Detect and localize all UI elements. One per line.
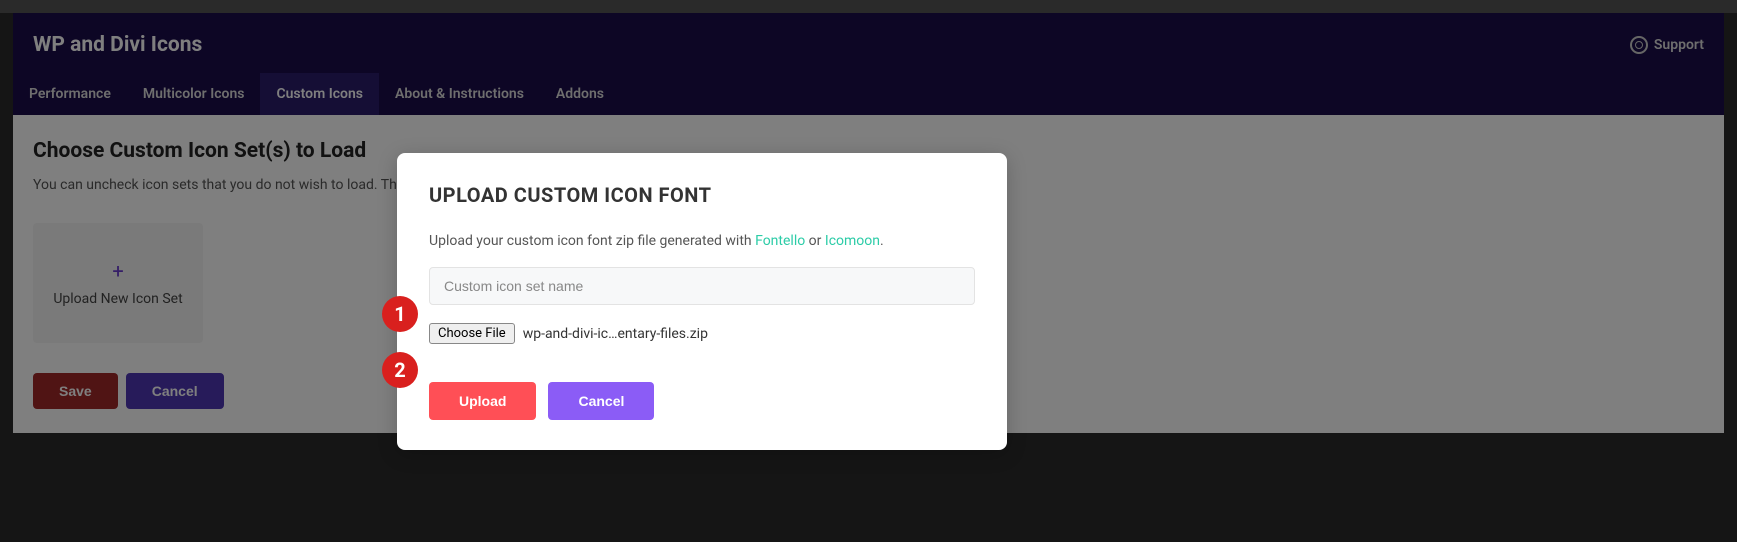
modal-desc-mid: or bbox=[805, 233, 825, 249]
annotation-badge-2: 2 bbox=[382, 352, 418, 388]
modal-description: Upload your custom icon font zip file ge… bbox=[429, 233, 975, 249]
fontello-link[interactable]: Fontello bbox=[755, 233, 805, 249]
upload-button[interactable]: Upload bbox=[429, 382, 536, 420]
modal-buttons: Upload Cancel bbox=[429, 382, 975, 420]
annotation-badge-1: 1 bbox=[382, 296, 418, 332]
modal-cancel-button[interactable]: Cancel bbox=[548, 382, 654, 420]
icon-set-name-input[interactable] bbox=[429, 267, 975, 305]
file-row: Choose File wp-and-divi-ic…entary-files.… bbox=[429, 323, 975, 344]
choose-file-button[interactable]: Choose File bbox=[429, 323, 515, 344]
modal-desc-prefix: Upload your custom icon font zip file ge… bbox=[429, 233, 755, 249]
upload-modal: UPLOAD CUSTOM ICON FONT Upload your cust… bbox=[397, 153, 1007, 450]
modal-title: UPLOAD CUSTOM ICON FONT bbox=[429, 183, 975, 207]
icomoon-link[interactable]: Icomoon bbox=[825, 233, 880, 249]
selected-file-name: wp-and-divi-ic…entary-files.zip bbox=[523, 326, 708, 342]
modal-desc-suffix: . bbox=[880, 233, 884, 249]
